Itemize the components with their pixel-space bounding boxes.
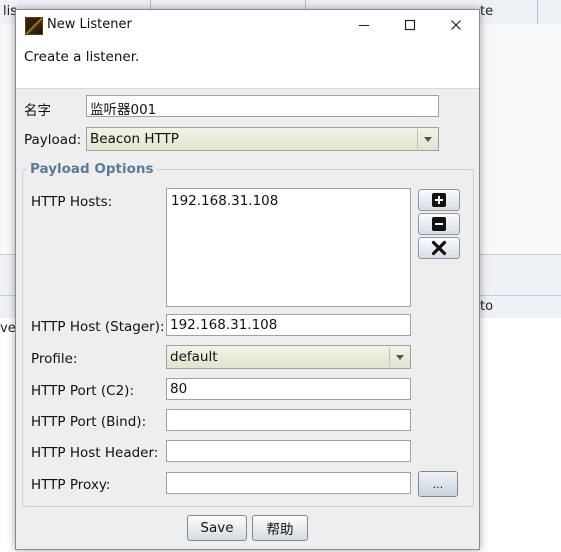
http-port-bind-input[interactable] xyxy=(166,409,411,431)
http-host-stager-label: HTTP Host (Stager): xyxy=(31,319,165,335)
description-area: Create a listener. xyxy=(16,40,479,89)
background-row-text: ve xyxy=(0,321,16,336)
http-port-c2-input[interactable]: 80 xyxy=(166,378,411,400)
payload-select[interactable]: Beacon HTTP xyxy=(86,127,439,151)
x-icon xyxy=(431,240,447,256)
list-item[interactable]: 192.168.31.108 xyxy=(171,193,406,209)
profile-label: Profile: xyxy=(31,351,78,367)
minimize-button[interactable] xyxy=(341,10,387,40)
maximize-icon xyxy=(404,19,416,31)
name-input[interactable]: 监听器001 xyxy=(86,95,439,117)
plus-icon xyxy=(432,193,446,207)
dialog-title: New Listener xyxy=(47,17,132,32)
profile-select[interactable]: default xyxy=(166,345,411,369)
http-proxy-label: HTTP Proxy: xyxy=(31,477,111,493)
help-button[interactable]: 帮助 xyxy=(252,515,308,541)
dialog-description: Create a listener. xyxy=(24,49,140,65)
payload-selected-value: Beacon HTTP xyxy=(90,131,179,147)
http-proxy-input[interactable] xyxy=(166,472,411,494)
clear-hosts-button[interactable] xyxy=(418,237,460,259)
background-column-separator xyxy=(537,0,538,24)
background-column-header: te xyxy=(480,4,494,19)
close-button[interactable] xyxy=(433,10,479,40)
http-hosts-label: HTTP Hosts: xyxy=(31,194,113,210)
dialog-titlebar[interactable]: New Listener xyxy=(16,10,479,40)
payload-options-title: Payload Options xyxy=(27,161,157,177)
app-icon xyxy=(25,17,43,35)
http-host-header-input[interactable] xyxy=(166,440,411,462)
minus-icon xyxy=(432,217,446,231)
http-port-c2-label: HTTP Port (C2): xyxy=(31,383,134,399)
payload-label: Payload: xyxy=(24,132,82,148)
http-host-stager-input[interactable]: 192.168.31.108 xyxy=(166,314,411,336)
http-port-bind-label: HTTP Port (Bind): xyxy=(31,414,147,430)
new-listener-dialog: New Listener Create a listener. 名字 监听器00… xyxy=(15,9,480,550)
http-host-header-label: HTTP Host Header: xyxy=(31,445,159,461)
add-host-button[interactable] xyxy=(418,189,460,211)
name-label: 名字 xyxy=(24,103,51,119)
remove-host-button[interactable] xyxy=(418,213,460,235)
minimize-icon xyxy=(359,25,369,26)
chevron-down-icon xyxy=(389,347,409,367)
close-icon xyxy=(451,20,461,30)
proxy-browse-button[interactable]: ... xyxy=(418,471,458,497)
profile-selected-value: default xyxy=(170,349,218,365)
chevron-down-icon xyxy=(417,129,437,149)
background-column-header: to xyxy=(480,299,494,314)
maximize-button[interactable] xyxy=(387,10,433,40)
http-hosts-list[interactable]: 192.168.31.108 xyxy=(166,188,411,307)
save-button[interactable]: Save xyxy=(187,515,247,541)
